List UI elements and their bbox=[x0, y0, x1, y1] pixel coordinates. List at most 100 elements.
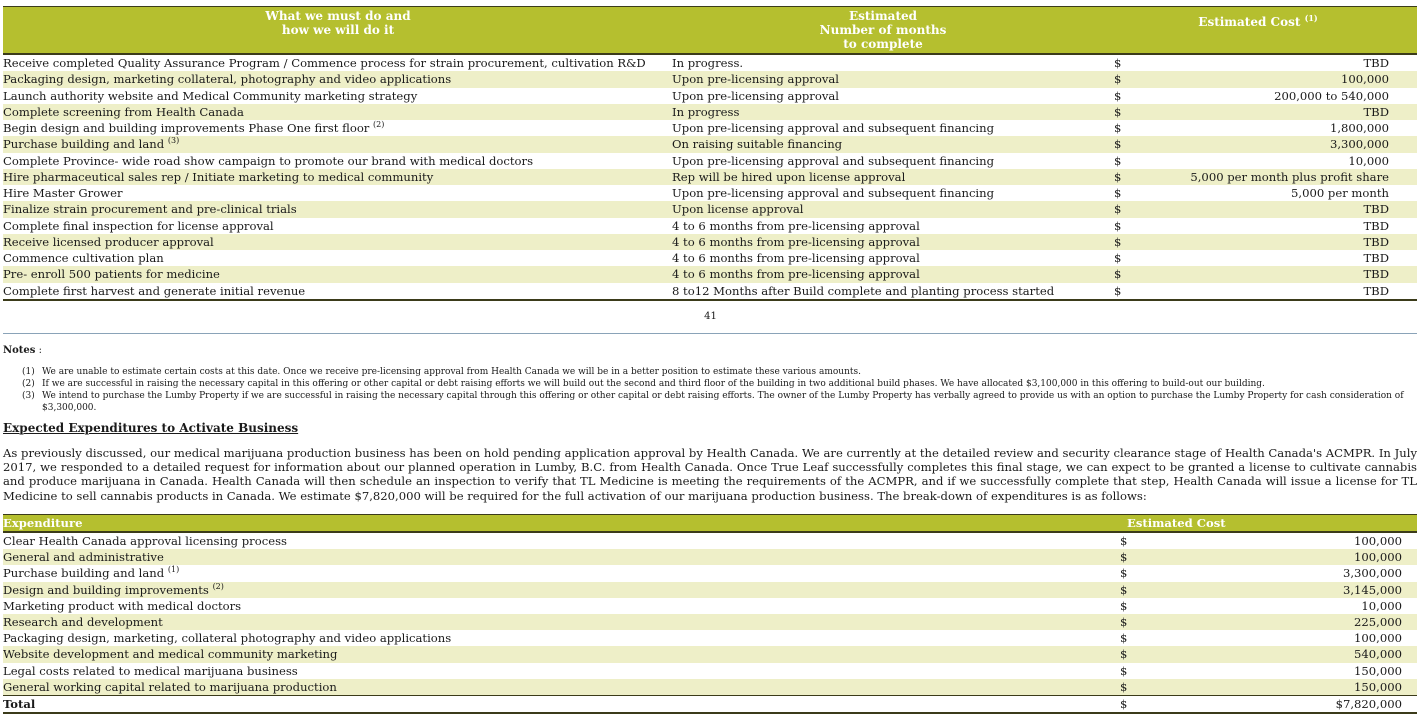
table-row: Design and building improvements (2) $3,1… bbox=[3, 581, 1417, 598]
currency-cell: $ bbox=[1114, 218, 1122, 233]
task-cell: Hire pharmaceutical sales rep / Initiate… bbox=[3, 169, 433, 185]
table-row: Website development and medical communit… bbox=[3, 646, 1417, 663]
cost-cell: 100,000 bbox=[1341, 72, 1389, 87]
expenditure-text: Design and building improvements bbox=[3, 582, 209, 597]
task-cell: Packaging design, marketing collateral, … bbox=[3, 71, 451, 87]
task-cell: Complete final inspection for license ap… bbox=[3, 218, 274, 234]
currency-cell: $ bbox=[1114, 56, 1122, 70]
section-title: Expected Expenditures to Activate Busine… bbox=[3, 421, 299, 435]
currency-cell: $ bbox=[1114, 72, 1122, 87]
cost-cell: 3,300,000 bbox=[1329, 137, 1389, 152]
task-text: Complete Province- wide road show campai… bbox=[3, 153, 534, 168]
footnote-ref: (3) bbox=[167, 136, 180, 146]
cost-cell: 10,000 bbox=[1348, 153, 1389, 168]
expenditure-cell: Packaging design, marketing, collateral … bbox=[3, 630, 451, 646]
page-separator bbox=[3, 333, 1417, 334]
table-row: Hire Master Grower Upon pre-licensing app… bbox=[3, 185, 1417, 201]
header-months: Estimated Number of months to complete bbox=[819, 9, 947, 51]
expenditure-text: Purchase building and land bbox=[3, 566, 165, 581]
task-text: Receive completed Quality Assurance Prog… bbox=[3, 56, 646, 70]
months-cell: 4 to 6 months from pre-licensing approva… bbox=[672, 251, 920, 265]
currency-cell: $ bbox=[1120, 647, 1128, 662]
months-cell: 4 to 6 months from pre-licensing approva… bbox=[672, 267, 920, 282]
cost-cell: 100,000 bbox=[1354, 631, 1402, 646]
table-row: Receive licensed producer approval 4 to 6… bbox=[3, 233, 1417, 250]
task-text: Complete final inspection for license ap… bbox=[3, 218, 274, 233]
cost-cell: TBD bbox=[1363, 283, 1389, 298]
expenditure-text: General and administrative bbox=[3, 550, 164, 565]
currency-cell: $ bbox=[1114, 234, 1122, 249]
table-row: General and administrative $100,000 bbox=[3, 549, 1417, 566]
table-row: Legal costs related to medical marijuana… bbox=[3, 663, 1417, 679]
cost-cell: 1,800,000 bbox=[1329, 121, 1389, 135]
currency-cell: $ bbox=[1114, 202, 1122, 217]
expenditure-text: Packaging design, marketing, collateral … bbox=[3, 631, 452, 646]
task-text: Begin design and building improvements P… bbox=[3, 121, 370, 135]
table-row: Purchase building and land (1) $3,300,000 bbox=[3, 565, 1417, 581]
table-row: Packaging design, marketing collateral, … bbox=[3, 71, 1417, 88]
cost-cell: TBD bbox=[1363, 218, 1389, 233]
task-text: Finalize strain procurement and pre-clin… bbox=[3, 202, 297, 217]
expenditure-text: Research and development bbox=[3, 614, 163, 629]
footnote-ref: (2) bbox=[373, 120, 385, 129]
expenditure-cell: General working capital related to marij… bbox=[3, 679, 337, 695]
expenditure-cell: Clear Health Canada approval licensing p… bbox=[3, 533, 287, 549]
currency-cell: $ bbox=[1114, 169, 1122, 184]
expenditure-cell: Marketing product with medical doctors bbox=[3, 598, 241, 614]
cost-cell: TBD bbox=[1363, 234, 1389, 249]
table-row: Launch authority website and Medical Com… bbox=[3, 88, 1417, 104]
header-task: What we must do and how we will do it bbox=[265, 9, 411, 37]
header-estimated-cost: Estimated Cost bbox=[1127, 516, 1226, 530]
currency-cell: $ bbox=[1114, 267, 1122, 282]
currency-cell: $ bbox=[1114, 186, 1122, 200]
task-cell: Complete first harvest and generate init… bbox=[3, 283, 305, 299]
months-cell: Upon pre-licensing approval bbox=[672, 72, 839, 87]
expenditure-cell: Design and building improvements (2) bbox=[3, 582, 224, 598]
notes-title: Notes : bbox=[3, 345, 42, 356]
table-row: Hire pharmaceutical sales rep / Initiate… bbox=[3, 168, 1417, 185]
currency-cell: $ bbox=[1114, 121, 1122, 135]
cost-cell: 3,145,000 bbox=[1342, 582, 1402, 597]
expenditures-table: Expenditure Estimated Cost Clear Health … bbox=[3, 514, 1417, 714]
table-row: General working capital related to marij… bbox=[3, 678, 1417, 695]
months-cell: In progress. bbox=[672, 56, 744, 70]
task-text: Receive licensed producer approval bbox=[3, 234, 214, 249]
task-cell: Complete Province- wide road show campai… bbox=[3, 153, 533, 169]
table-row: Complete final inspection for license ap… bbox=[3, 218, 1417, 234]
months-cell: Upon pre-licensing approval and subseque… bbox=[672, 186, 995, 200]
task-cell: Receive licensed producer approval bbox=[3, 234, 214, 250]
months-cell: Upon license approval bbox=[672, 202, 804, 217]
cost-cell: TBD bbox=[1363, 267, 1389, 282]
footnote-ref: (2) bbox=[212, 581, 224, 591]
table-row: Complete Province- wide road show campai… bbox=[3, 153, 1417, 169]
task-text: Launch authority website and Medical Com… bbox=[3, 88, 418, 103]
expenditure-cell: Website development and medical communit… bbox=[3, 646, 337, 662]
table-row: Commence cultivation plan 4 to 6 months f… bbox=[3, 250, 1417, 266]
milestones-table: What we must do and how we will do it Es… bbox=[3, 6, 1417, 301]
expenditure-cell: General and administrative bbox=[3, 549, 164, 565]
cost-cell: TBD bbox=[1363, 56, 1389, 70]
cost-cell: 100,000 bbox=[1354, 550, 1402, 565]
cost-cell: 5,000 per month plus profit share bbox=[1190, 169, 1389, 184]
table-row: Begin design and building improvements P… bbox=[3, 120, 1417, 136]
expenditures-table-body: Clear Health Canada approval licensing p… bbox=[3, 533, 1417, 695]
task-cell: Pre- enroll 500 patients for medicine bbox=[3, 266, 220, 282]
months-cell: 8 to12 Months after Build complete and p… bbox=[672, 283, 1055, 298]
cost-cell: 150,000 bbox=[1354, 663, 1402, 678]
months-cell: 4 to 6 months from pre-licensing approva… bbox=[672, 218, 920, 233]
header-cost: Estimated Cost (1) bbox=[1198, 13, 1318, 29]
total-row: Total $ $7,820,000 bbox=[3, 694, 1417, 714]
table-row: Complete first harvest and generate init… bbox=[3, 283, 1417, 299]
currency-cell: $ bbox=[1120, 550, 1128, 565]
expenditure-text: Clear Health Canada approval licensing p… bbox=[3, 534, 287, 548]
milestones-table-header: What we must do and how we will do it Es… bbox=[3, 6, 1417, 53]
table-row: Complete screening from Health Canada In … bbox=[3, 103, 1417, 120]
months-cell: Upon pre-licensing approval and subseque… bbox=[672, 121, 995, 135]
note-number: (3) bbox=[22, 391, 35, 401]
task-cell: Complete screening from Health Canada bbox=[3, 104, 244, 120]
currency-cell: $ bbox=[1120, 534, 1128, 548]
currency-cell: $ bbox=[1114, 251, 1122, 265]
table-row: Research and development $225,000 bbox=[3, 613, 1417, 631]
footnote-ref: (1) bbox=[167, 565, 180, 575]
expenditures-table-header: Expenditure Estimated Cost bbox=[3, 514, 1417, 531]
